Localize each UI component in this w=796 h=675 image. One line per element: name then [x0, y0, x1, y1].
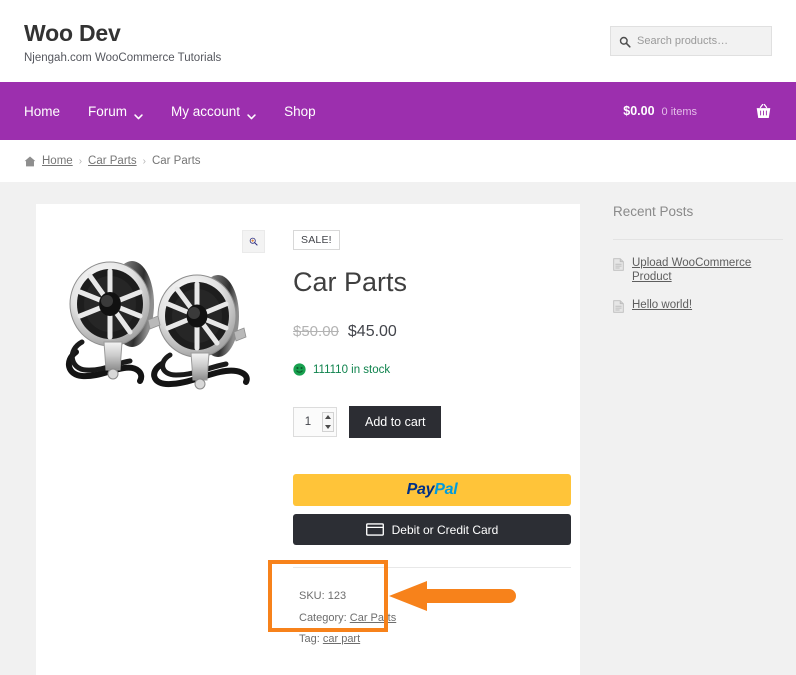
- quantity-increase-icon[interactable]: [325, 415, 331, 420]
- tag-label: Tag:: [299, 633, 320, 646]
- sale-badge: SALE!: [293, 230, 340, 250]
- add-to-cart-button[interactable]: Add to cart: [349, 406, 442, 439]
- add-to-cart-form: Add to cart: [293, 406, 571, 439]
- product-meta: SKU: 123 Category: Car Parts Tag: car pa…: [293, 584, 571, 650]
- site-title[interactable]: Woo Dev: [24, 20, 221, 46]
- category-label: Category:: [299, 611, 347, 624]
- quantity-input[interactable]: [294, 416, 322, 429]
- nav-item-home[interactable]: Home: [24, 104, 60, 119]
- shopping-basket-icon[interactable]: [755, 103, 772, 120]
- nav-list: Home Forum My account Shop: [24, 103, 316, 120]
- product-title: Car Parts: [293, 266, 408, 297]
- tag-link[interactable]: car part: [323, 633, 360, 645]
- quantity-stepper[interactable]: [293, 407, 337, 438]
- breadcrumb-current: Car Parts: [151, 155, 201, 167]
- nav-label-my-account: My account: [171, 103, 241, 119]
- widget-divider: [613, 239, 783, 240]
- nav-label-shop: Shop: [284, 103, 316, 119]
- debit-card-label: Debit or Credit Card: [391, 522, 499, 537]
- nav-item-my-account[interactable]: My account: [171, 103, 256, 120]
- site-tagline: Njengah.com WooCommerce Tutorials: [24, 52, 222, 65]
- site-branding[interactable]: Woo Dev Njengah.com WooCommerce Tutorial…: [24, 17, 221, 65]
- nav-item-shop[interactable]: Shop: [284, 104, 316, 119]
- breadcrumb: Home › Car Parts › Car Parts: [0, 140, 796, 182]
- magnifier-plus-icon[interactable]: [242, 230, 265, 253]
- debit-credit-card-button[interactable]: Debit or Credit Card: [293, 514, 571, 546]
- product-sku: SKU: 123: [299, 586, 571, 607]
- recent-posts-list: Upload WooCommerce Product Hello world!: [613, 257, 783, 313]
- list-item[interactable]: Hello world!: [613, 299, 783, 313]
- recent-post-link[interactable]: Hello world!: [632, 299, 692, 313]
- product-gallery: [58, 224, 271, 651]
- product-price: $50.00 $45.00: [293, 323, 571, 341]
- recent-post-link[interactable]: Upload WooCommerce Product: [632, 257, 783, 285]
- site-header: Woo Dev Njengah.com WooCommerce Tutorial…: [0, 0, 796, 82]
- quantity-decrease-icon[interactable]: [325, 425, 331, 430]
- document-icon: [613, 258, 624, 271]
- cart-item-count: 0 items: [661, 106, 697, 118]
- home-icon[interactable]: [24, 156, 36, 167]
- breadcrumb-link-car-parts[interactable]: Car Parts: [88, 155, 137, 167]
- category-link[interactable]: Car Parts: [350, 612, 396, 624]
- cart-summary[interactable]: $0.00 0 items: [623, 103, 772, 120]
- product-tag: Tag: car part: [299, 629, 571, 650]
- product-category: Category: Car Parts: [299, 608, 571, 629]
- credit-card-icon: [365, 523, 384, 536]
- sku-label: SKU:: [299, 590, 325, 603]
- breadcrumb-separator: ›: [142, 155, 146, 167]
- sku-value: 123: [327, 590, 347, 603]
- breadcrumb-separator: ›: [78, 155, 83, 167]
- primary-navigation: Home Forum My account Shop $0.00 0 items: [0, 82, 796, 140]
- stock-text: 111110 in stock: [313, 363, 391, 376]
- product-summary: SALE! Car Parts $50.00 $45.00 111110 in …: [293, 224, 571, 651]
- price-original: $50.00: [293, 323, 339, 341]
- chevron-down-icon[interactable]: [134, 108, 143, 120]
- product-card: SALE! Car Parts $50.00 $45.00 111110 in …: [36, 204, 580, 675]
- search-input[interactable]: [637, 35, 763, 47]
- stock-status: 111110 in stock: [293, 363, 571, 376]
- cart-totals: $0.00 0 items: [623, 104, 697, 118]
- nav-item-forum[interactable]: Forum: [88, 103, 143, 120]
- cart-amount: $0.00: [623, 104, 655, 118]
- chevron-down-icon[interactable]: [247, 108, 256, 120]
- paypal-wordmark-pay: Pay: [406, 481, 435, 499]
- sidebar: Recent Posts Upload WooCommerce Product …: [613, 204, 783, 327]
- content-area: SALE! Car Parts $50.00 $45.00 111110 in …: [0, 182, 796, 675]
- list-item[interactable]: Upload WooCommerce Product: [613, 257, 783, 285]
- document-icon: [613, 299, 624, 313]
- product-image-frame[interactable]: [58, 224, 271, 437]
- recent-posts-heading: Recent Posts: [613, 204, 694, 219]
- paypal-wordmark-pal: Pal: [434, 481, 458, 499]
- nav-label-forum: Forum: [88, 103, 128, 119]
- meta-divider: [293, 567, 571, 569]
- product-image[interactable]: [58, 224, 271, 437]
- nav-label-home: Home: [24, 103, 61, 119]
- price-sale: $45.00: [347, 323, 397, 341]
- paypal-checkout-button[interactable]: Pay Pal: [293, 474, 571, 507]
- green-smiley-icon: [293, 363, 306, 376]
- product-search-form[interactable]: [610, 26, 772, 56]
- search-icon: [619, 35, 631, 48]
- quantity-spinner[interactable]: [322, 412, 334, 433]
- breadcrumb-link-home[interactable]: Home: [42, 155, 73, 167]
